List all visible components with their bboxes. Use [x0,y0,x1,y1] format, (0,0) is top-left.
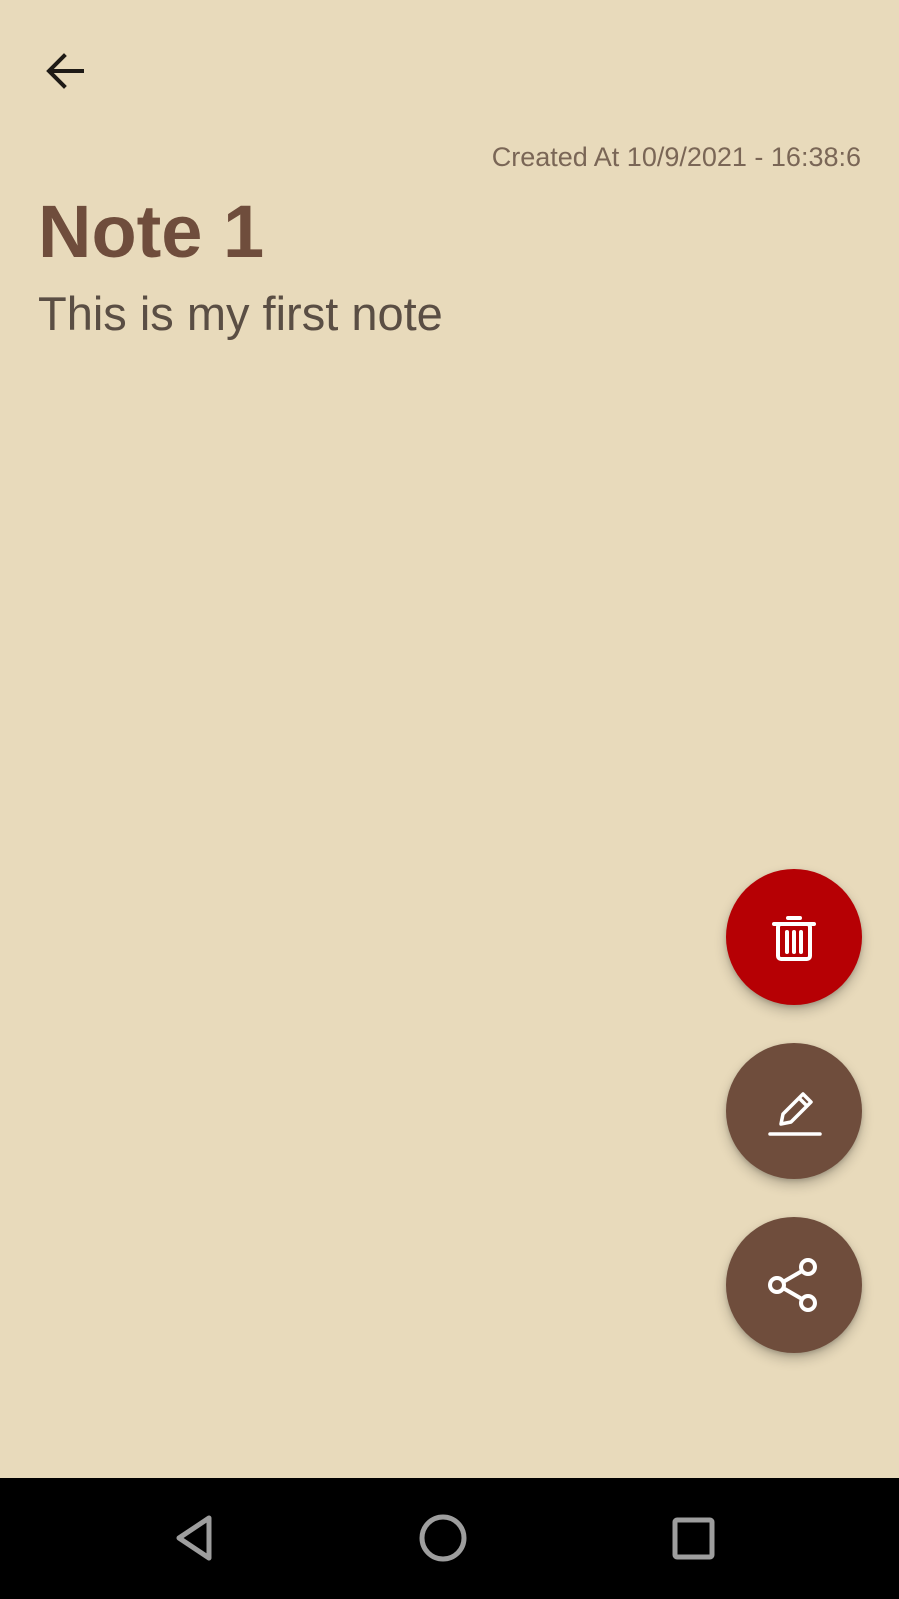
share-icon [768,1258,817,1312]
system-recents-button[interactable] [654,1498,734,1578]
delete-button[interactable] [726,869,862,1005]
system-home-button[interactable] [403,1498,483,1578]
nav-home-circle-icon [419,1514,467,1562]
note-detail-screen: Created At 10/9/2021 - 16:38:6 Note 1 Th… [0,0,899,1478]
created-at-timestamp: Created At 10/9/2021 - 16:38:6 [491,142,861,172]
edit-button[interactable] [726,1043,862,1179]
note-body: This is my first note [38,287,443,340]
nav-recents-square-icon [672,1517,715,1560]
note-title: Note 1 [38,190,265,273]
pencil-icon [768,1092,822,1136]
nav-back-triangle-icon [176,1515,212,1561]
trash-icon [772,916,816,961]
share-button[interactable] [726,1217,862,1353]
system-back-button[interactable] [154,1498,234,1578]
back-button[interactable] [30,36,100,106]
arrow-left-icon [46,53,84,89]
system-navigation-bar [0,1478,899,1599]
